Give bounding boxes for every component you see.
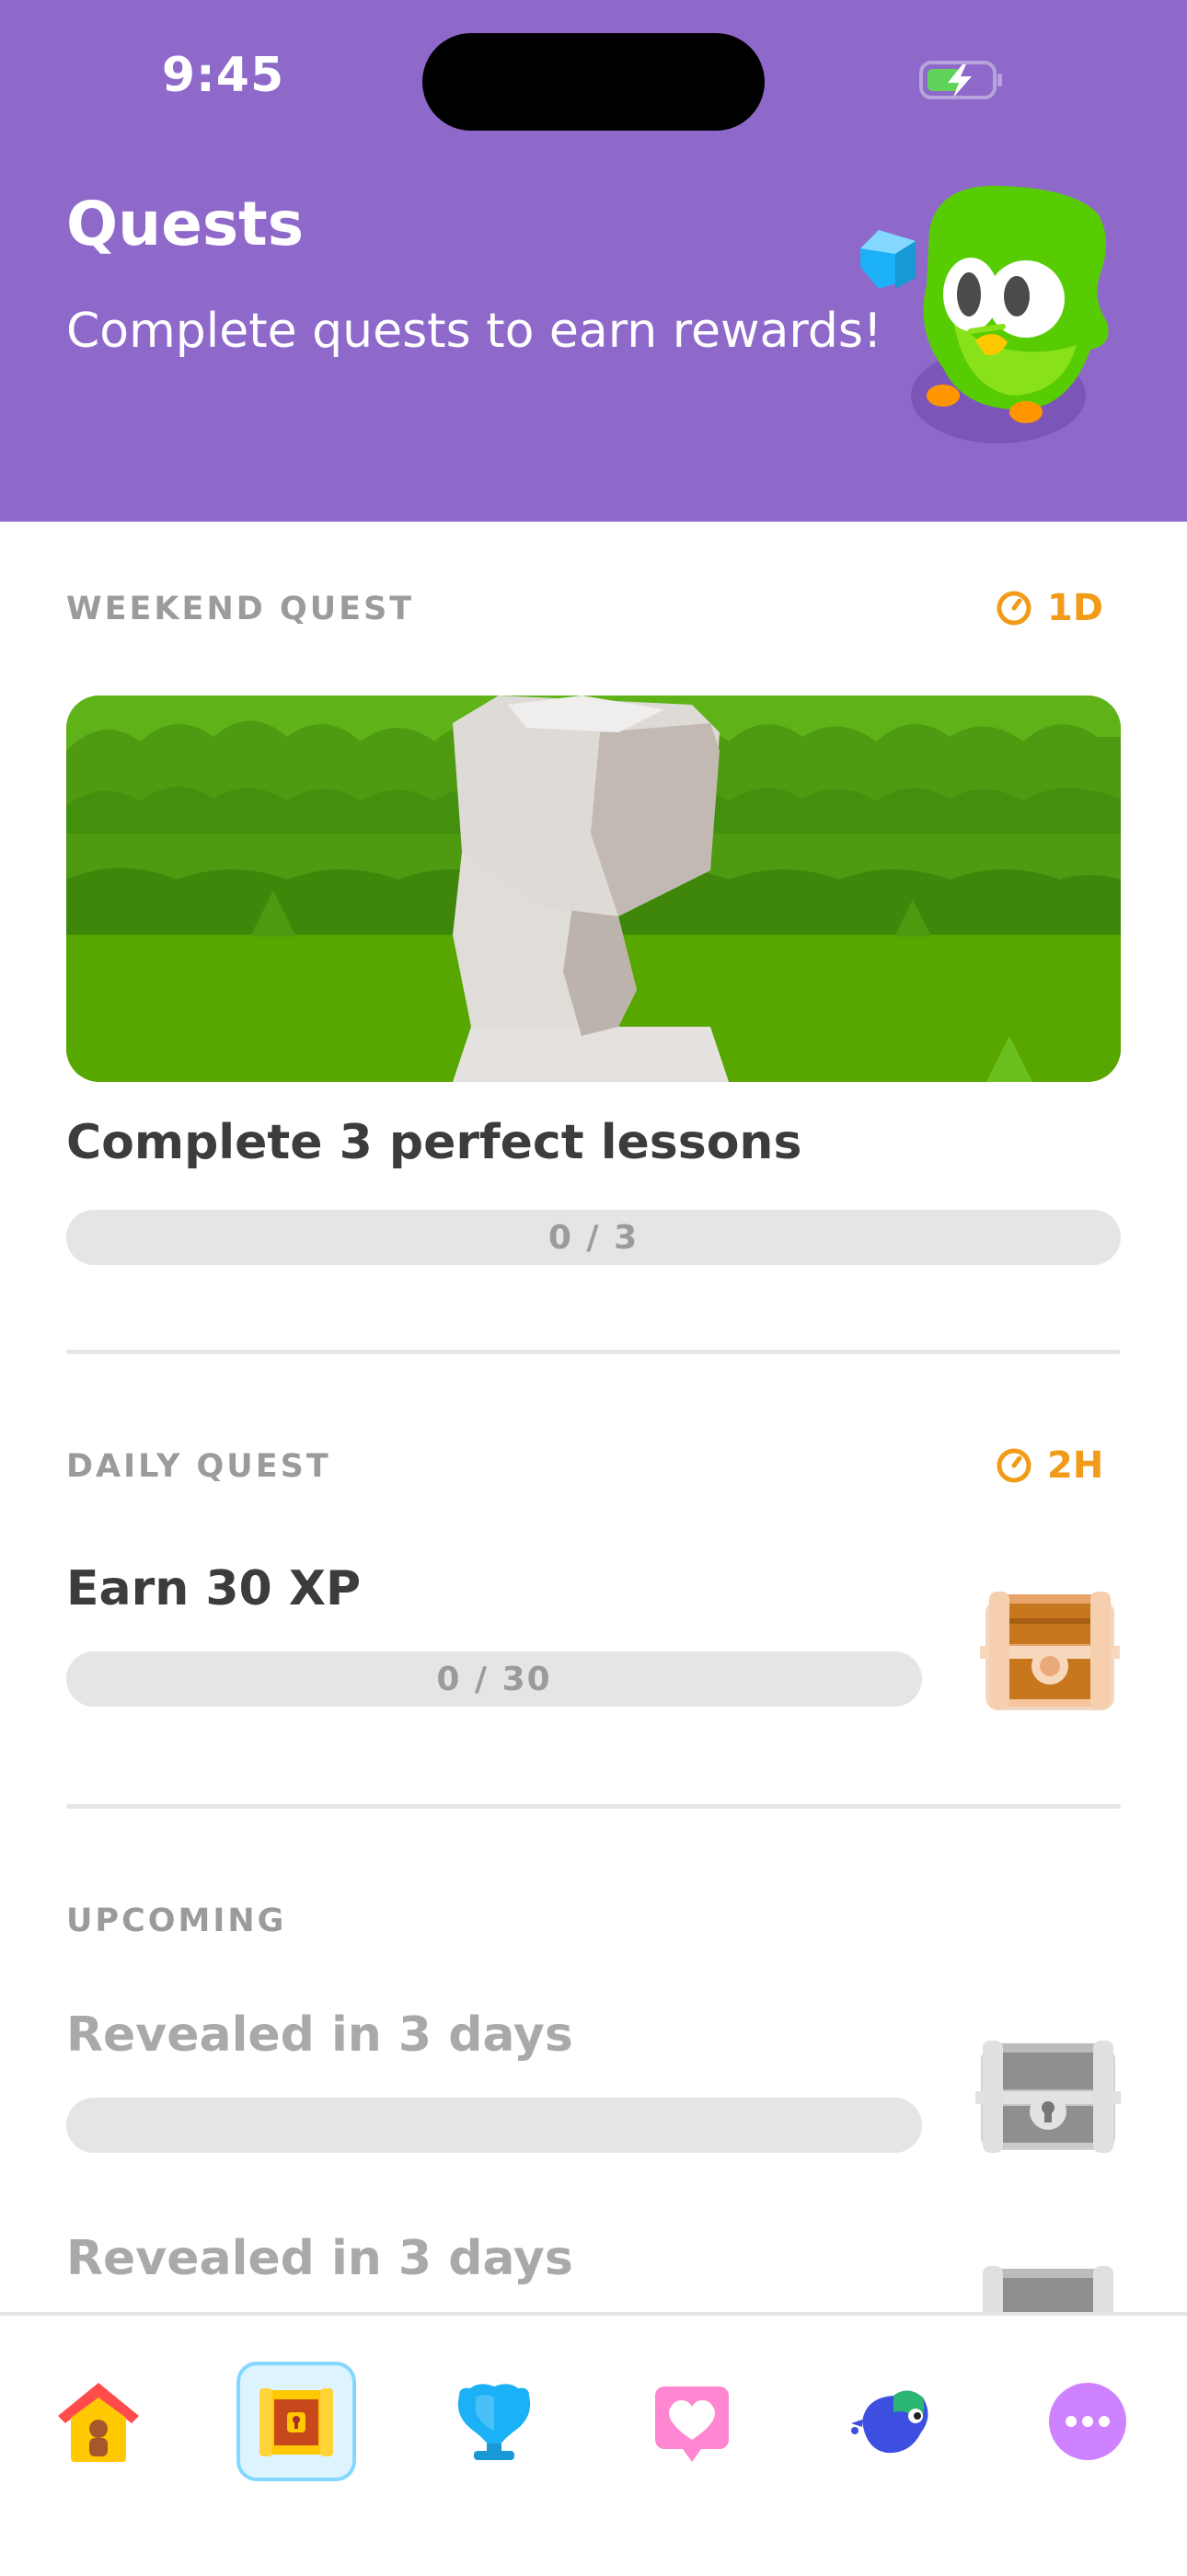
page-title: Quests <box>66 189 304 259</box>
weekend-quest-title: Complete 3 perfect lessons <box>66 1115 802 1170</box>
nav-home[interactable] <box>39 2362 158 2481</box>
page-subtitle: Complete quests to earn rewards! <box>66 304 882 359</box>
upcoming-quest-progress-bar <box>66 2098 922 2153</box>
weekend-quest-label: WEEKEND QUEST <box>66 591 415 627</box>
daily-quest-timer-text: 2H <box>1047 1444 1104 1487</box>
status-time: 9:45 <box>161 48 285 103</box>
battery-charging-icon <box>919 61 1002 99</box>
characters-bird-icon <box>851 2390 928 2454</box>
timer-icon <box>997 1448 1031 1483</box>
upcoming-quest-title: Revealed in 3 days <box>66 2231 573 2286</box>
locked-chest-icon <box>983 2266 1113 2312</box>
section-divider <box>66 1350 1121 1354</box>
weekend-quest-timer: 1D <box>996 587 1103 629</box>
weekend-quest-progress-bar: 0 / 3 <box>66 1210 1121 1265</box>
nav-characters[interactable] <box>830 2362 950 2481</box>
upcoming-label: UPCOMING <box>66 1903 287 1939</box>
section-divider <box>66 1804 1121 1809</box>
daily-quest-progress-bar: 0 / 30 <box>66 1651 922 1707</box>
bottom-nav <box>0 2312 1187 2576</box>
daily-quest-label: DAILY QUEST <box>66 1448 331 1485</box>
hearts-icon <box>655 2386 729 2462</box>
weekend-quest-progress-text: 0 / 3 <box>547 1218 640 1257</box>
timer-icon <box>997 591 1031 626</box>
leagues-trophy-icon <box>457 2384 531 2460</box>
quests-chest-icon <box>259 2388 333 2456</box>
duo-owl-mascot-icon <box>860 185 1109 443</box>
more-icon <box>1049 2383 1126 2460</box>
nav-leagues[interactable] <box>434 2362 554 2481</box>
nav-more[interactable] <box>1028 2362 1147 2481</box>
weekend-quest-statue-illustration <box>66 696 1121 1082</box>
home-icon <box>58 2383 139 2462</box>
daily-quest-title: Earn 30 XP <box>66 1561 362 1616</box>
daily-quest-timer: 2H <box>996 1444 1103 1487</box>
nav-hearts[interactable] <box>632 2362 752 2481</box>
upcoming-quest-title: Revealed in 3 days <box>66 2007 573 2063</box>
dynamic-island <box>422 33 765 131</box>
weekend-quest-timer-text: 1D <box>1047 587 1104 629</box>
daily-quest-progress-text: 0 / 30 <box>436 1660 552 1698</box>
chest-icon <box>980 1592 1120 1710</box>
locked-chest-icon <box>975 2041 1121 2153</box>
nav-quests[interactable] <box>236 2362 356 2481</box>
